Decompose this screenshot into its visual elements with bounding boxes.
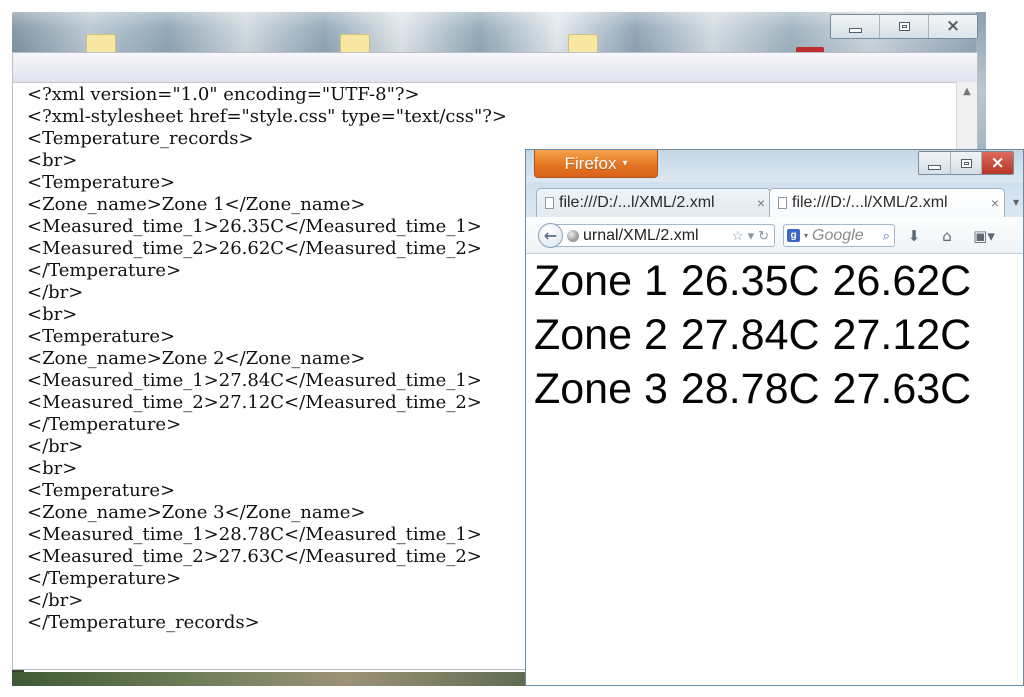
editor-toolbar (13, 53, 977, 83)
code-line: <Temperature_records> (27, 128, 254, 149)
close-icon: × (990, 152, 1005, 173)
code-line: </Temperature> (27, 568, 182, 589)
code-line: <?xml version="1.0" encoding="UTF-8"?> (27, 84, 420, 105)
browser-tab-label: file:///D:/...l/XML/2.xml (559, 194, 715, 211)
close-icon: × (945, 16, 961, 36)
browser-content-area: Zone 1 26.35C 26.62C Zone 2 27.84C 27.12… (526, 254, 1023, 685)
page-icon (545, 197, 554, 209)
xml-code-area[interactable]: <?xml version="1.0" encoding="UTF-8"?> <… (27, 84, 542, 664)
code-line: </Temperature> (27, 414, 182, 435)
code-line: <Measured_time_2>27.63C</Measured_time_2… (27, 546, 482, 567)
restore-icon (960, 158, 972, 168)
tab-close-icon[interactable]: × (752, 196, 770, 210)
editor-window-controls: × (830, 14, 978, 39)
tab-close-icon[interactable]: × (986, 196, 1004, 210)
address-bar-tools: ☆ ▾ ↻ (732, 229, 774, 242)
firefox-minimize-button[interactable] (919, 152, 951, 174)
code-line: <Temperature> (27, 480, 176, 501)
desktop-wallpaper-bottom-edge (12, 672, 526, 686)
code-line: <?xml-stylesheet href="style.css" type="… (27, 106, 507, 127)
search-bar[interactable]: g ▾ Google ⌕ (783, 224, 895, 247)
zone-name: Zone 2 (534, 311, 668, 359)
browser-tab[interactable]: file:///D:/...l/XML/2.xml × (536, 188, 771, 217)
firefox-restore-button[interactable] (951, 152, 983, 174)
browser-tab-label: file:///D:/...l/XML/2.xml (792, 194, 948, 211)
bookmarks-icon[interactable]: ▣▾ (969, 227, 999, 245)
dropdown-arrow-icon: ▾ (622, 157, 628, 169)
zone-name: Zone 3 (534, 365, 668, 413)
measured-time-1: 27.84C (680, 311, 820, 359)
tab-overflow-icon[interactable]: ▾ (1009, 195, 1023, 209)
search-engine-icon[interactable]: g (787, 229, 800, 242)
address-bar[interactable]: urnal/XML/2.xml ☆ ▾ ↻ (555, 224, 775, 247)
editor-minimize-button[interactable] (831, 15, 880, 38)
firefox-window-controls: × (918, 151, 1014, 175)
dropdown-arrow-icon[interactable]: ▾ (804, 231, 808, 240)
temperature-row: Zone 1 26.35C 26.62C (534, 254, 971, 308)
browser-tab-active[interactable]: file:///D:/...l/XML/2.xml × (769, 188, 1005, 217)
firefox-close-button[interactable]: × (982, 152, 1013, 174)
code-line: <Zone_name>Zone 2</Zone_name> (27, 348, 366, 369)
temperature-row: Zone 3 28.78C 27.63C (534, 362, 971, 416)
firefox-browser-window: Firefox ▾ file:///D:/...l/XML/2.xml × fi… (525, 149, 1024, 686)
firefox-menu-label: Firefox (564, 153, 617, 173)
code-line: </br> (27, 282, 84, 303)
editor-close-button[interactable]: × (929, 15, 977, 38)
page-icon (778, 197, 787, 209)
zone-name: Zone 1 (534, 257, 668, 305)
code-line: <Zone_name>Zone 3</Zone_name> (27, 502, 366, 523)
home-icon[interactable]: ⌂ (938, 227, 956, 245)
bookmark-star-icon[interactable]: ☆ (732, 229, 744, 242)
reload-icon[interactable]: ↻ (758, 229, 769, 242)
measured-time-2: 26.62C (832, 257, 972, 305)
code-line: <Zone_name>Zone 1</Zone_name> (27, 194, 366, 215)
temperature-row: Zone 2 27.84C 27.12C (534, 308, 971, 362)
code-line: <br> (27, 458, 78, 479)
globe-icon (567, 229, 579, 242)
code-line: <Temperature> (27, 172, 176, 193)
measured-time-1: 26.35C (680, 257, 820, 305)
code-line: <Measured_time_2>26.62C</Measured_time_2… (27, 238, 482, 259)
back-button[interactable]: ← (538, 223, 563, 248)
code-line: <Measured_time_1>27.84C</Measured_time_1… (27, 370, 482, 391)
code-line: <Measured_time_1>26.35C</Measured_time_1… (27, 216, 482, 237)
dropdown-arrow-icon[interactable]: ▾ (748, 229, 755, 242)
measured-time-1: 28.78C (680, 365, 820, 413)
code-line: </Temperature_records> (27, 612, 260, 633)
browser-navigation-toolbar: ← urnal/XML/2.xml ☆ ▾ ↻ g ▾ Google ⌕ ⬇ ⌂… (526, 217, 1023, 254)
search-placeholder: Google (812, 226, 864, 244)
code-line: <br> (27, 304, 78, 325)
minimize-icon (848, 28, 862, 33)
code-line: </br> (27, 590, 84, 611)
screenshot-canvas: × <?xml version="1.0" encoding="UTF-8"?>… (0, 0, 1024, 697)
code-line: <Measured_time_1>28.78C</Measured_time_1… (27, 524, 482, 545)
code-line: </br> (27, 436, 84, 457)
code-line: <Measured_time_2>27.12C</Measured_time_2… (27, 392, 482, 413)
measured-time-2: 27.63C (832, 365, 972, 413)
scroll-up-icon[interactable]: ▲ (961, 86, 973, 98)
search-icon[interactable]: ⌕ (883, 229, 894, 242)
minimize-icon (927, 164, 941, 170)
code-line: <br> (27, 150, 78, 171)
restore-icon (898, 22, 910, 31)
back-arrow-icon: ← (543, 225, 558, 245)
code-line: </Temperature> (27, 260, 182, 281)
browser-tabbar: file:///D:/...l/XML/2.xml × file:///D:/.… (526, 182, 1023, 218)
measured-time-2: 27.12C (832, 311, 972, 359)
editor-restore-button[interactable] (880, 15, 929, 38)
download-icon[interactable]: ⬇ (905, 227, 923, 245)
firefox-menu-button[interactable]: Firefox ▾ (534, 150, 658, 178)
code-line: <Temperature> (27, 326, 176, 347)
address-bar-url: urnal/XML/2.xml (583, 226, 699, 244)
